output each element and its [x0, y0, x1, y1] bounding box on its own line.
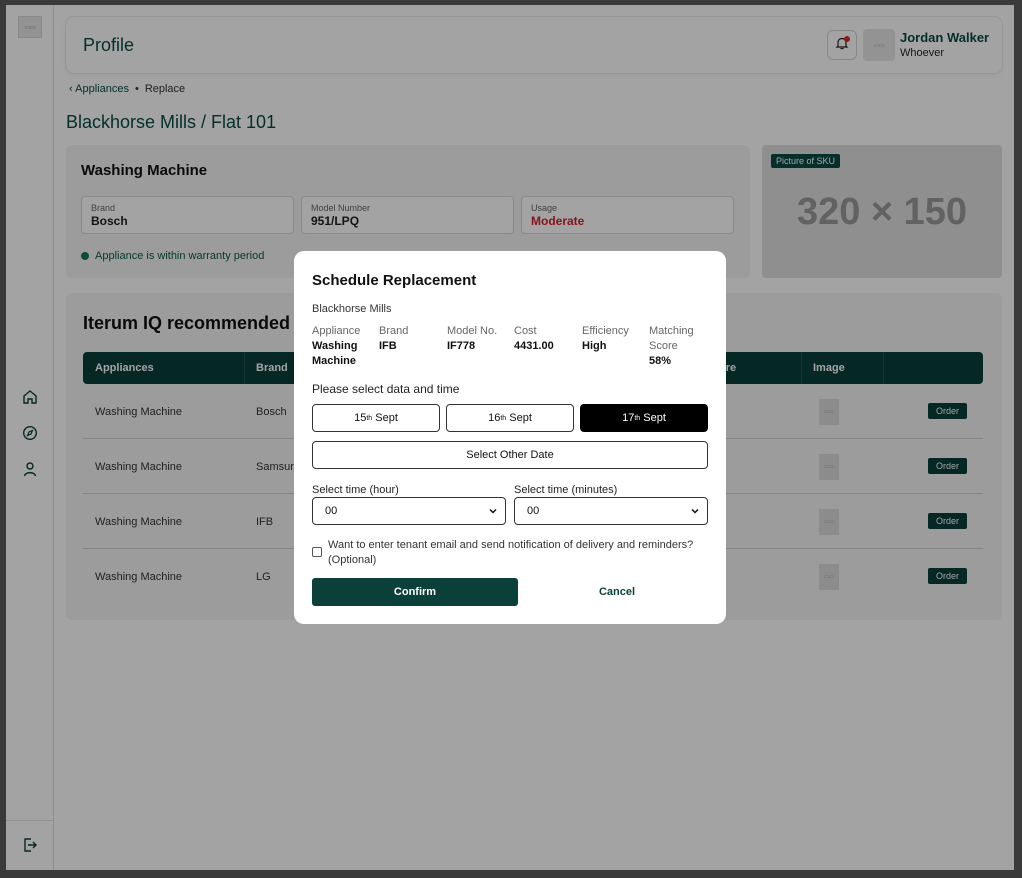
- dialog-title: Schedule Replacement: [312, 272, 477, 289]
- detail-matching-score: Matching Score 58%: [649, 324, 709, 369]
- date-suffix: th: [500, 414, 507, 422]
- tenant-notify-label: Want to enter tenant email and send noti…: [328, 539, 694, 566]
- date-month: Sept: [509, 412, 532, 424]
- select-other-date-button[interactable]: Select Other Date: [312, 441, 708, 469]
- date-time-prompt: Please select data and time: [312, 382, 460, 396]
- date-option-15[interactable]: 15th Sept: [312, 404, 440, 432]
- detail-value: High: [582, 340, 607, 352]
- detail-appliance: Appliance Washing Machine: [312, 324, 372, 369]
- app-frame: ▭▭ Profile ▭▭ Jordan Walker Whoever ‹ Ap…: [6, 5, 1014, 870]
- hour-label: Select time (hour): [312, 484, 399, 496]
- detail-efficiency: Efficiency High: [582, 324, 642, 354]
- schedule-replacement-dialog: Schedule Replacement Blackhorse Mills Ap…: [294, 251, 726, 624]
- detail-label: Efficiency: [582, 325, 629, 337]
- detail-label: Model No.: [447, 325, 498, 337]
- chevron-down-icon: [487, 505, 499, 520]
- date-day: 16: [488, 412, 501, 424]
- date-suffix: th: [634, 414, 641, 422]
- detail-label: Cost: [514, 325, 537, 337]
- detail-label: Brand: [379, 325, 409, 337]
- minute-select[interactable]: 00: [514, 497, 708, 525]
- date-day: 15: [354, 412, 367, 424]
- detail-value: IFB: [379, 340, 397, 352]
- detail-model: Model No. IF778: [447, 324, 509, 354]
- detail-label: Appliance: [312, 325, 361, 337]
- date-option-16[interactable]: 16th Sept: [446, 404, 574, 432]
- date-day: 17: [622, 412, 635, 424]
- hour-select-value: 00: [325, 505, 338, 517]
- date-month: Sept: [643, 412, 666, 424]
- confirm-button[interactable]: Confirm: [312, 578, 518, 606]
- chevron-down-icon: [689, 505, 701, 520]
- minute-label: Select time (minutes): [514, 484, 618, 496]
- detail-value: IF778: [447, 340, 476, 352]
- detail-value: 58%: [649, 355, 672, 367]
- detail-cost: Cost 4431.00: [514, 324, 574, 354]
- detail-brand: Brand IFB: [379, 324, 439, 354]
- hour-select[interactable]: 00: [312, 497, 506, 525]
- detail-value: Washing Machine: [312, 340, 358, 367]
- dialog-location: Blackhorse Mills: [312, 303, 392, 315]
- cancel-button[interactable]: Cancel: [518, 578, 716, 606]
- date-month: Sept: [375, 412, 398, 424]
- detail-value: 4431.00: [514, 340, 554, 352]
- date-suffix: th: [366, 414, 373, 422]
- date-option-17-selected[interactable]: 17th Sept: [580, 404, 708, 432]
- tenant-notify-checkbox[interactable]: [312, 547, 322, 557]
- detail-label: Matching Score: [649, 325, 694, 352]
- minute-select-value: 00: [527, 505, 540, 517]
